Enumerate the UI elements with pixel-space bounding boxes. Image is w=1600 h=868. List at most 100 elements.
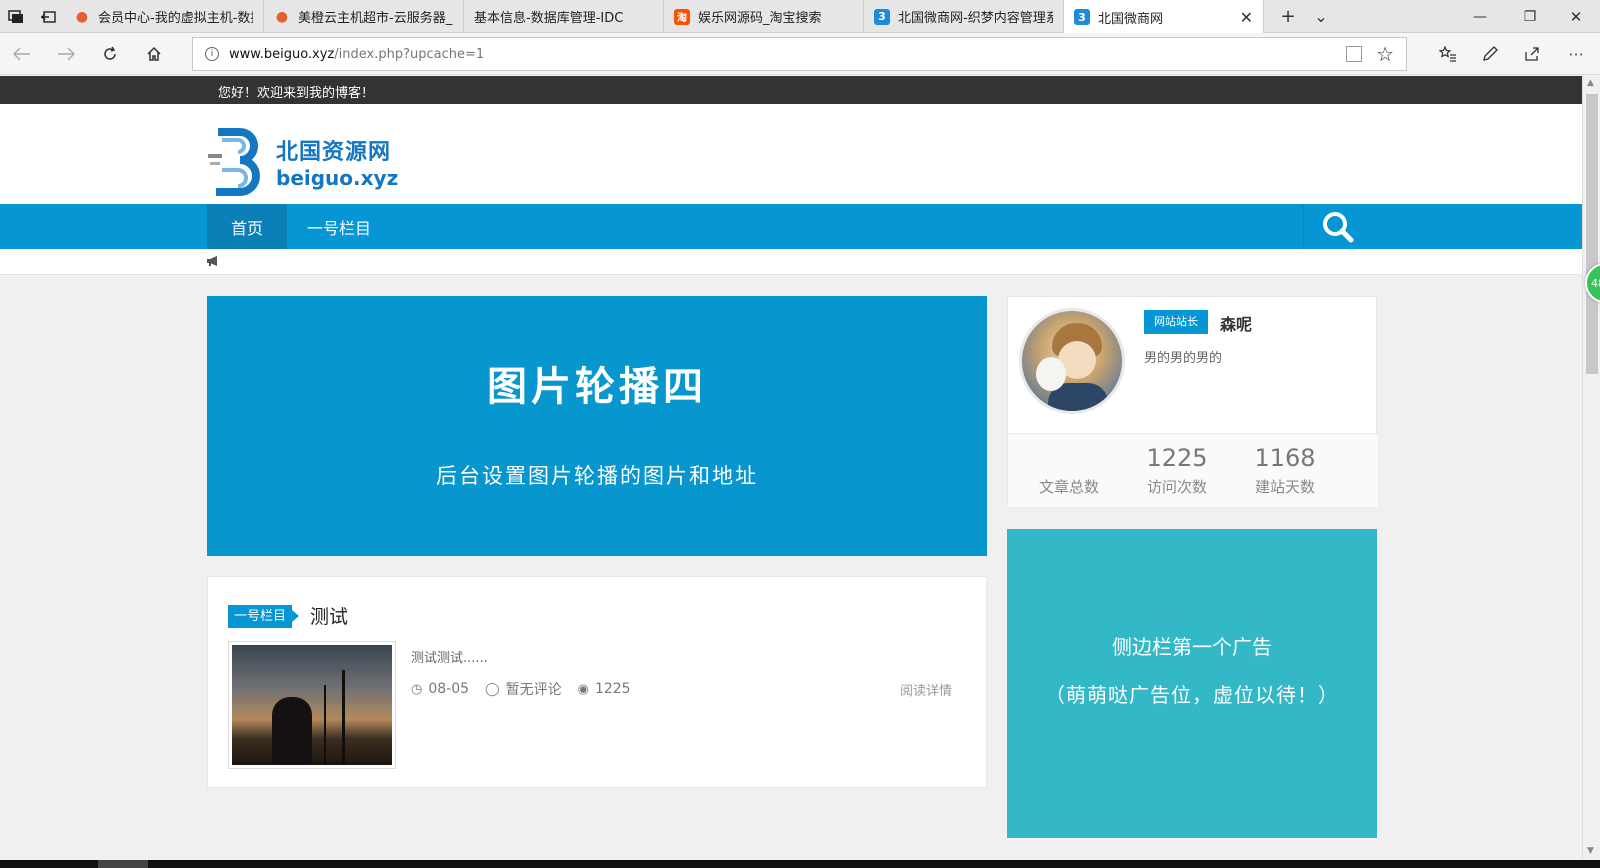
tab-member-center[interactable]: ● 会员中心-我的虚拟主机-数据 (64, 0, 264, 33)
tab-strip: ● 会员中心-我的虚拟主机-数据 ● 美橙云主机超市-云服务器_云 基本信息-数… (0, 0, 1600, 34)
stat-value: 1168 (1254, 444, 1316, 472)
ad-line-1: 侧边栏第一个广告 (1112, 635, 1272, 659)
stat-value: 1225 (1146, 444, 1208, 472)
site-stats: 文章总数 1225 访问次数 1168 建站天数 (1008, 433, 1378, 507)
role-badge: 网站站长 (1144, 310, 1208, 334)
page-scrollbar[interactable]: ▲ ▼ (1582, 76, 1600, 868)
read-more-link[interactable]: 阅读详情 (900, 680, 952, 699)
browser-window: ● 会员中心-我的虚拟主机-数据 ● 美橙云主机超市-云服务器_云 基本信息-数… (0, 0, 1600, 868)
pen-icon[interactable] (1470, 33, 1510, 75)
post-category-badge[interactable]: 一号栏目 (228, 605, 300, 628)
tab-title: 娱乐网源码_淘宝搜索 (698, 11, 822, 26)
url-host: www.beiguo.xyz (229, 46, 335, 62)
tab-title: 北国微商网 (1098, 11, 1164, 27)
tab-idc-db[interactable]: 基本信息-数据库管理-IDC (464, 0, 664, 33)
close-window-button[interactable]: ✕ (1556, 0, 1596, 33)
post-title[interactable]: 测试 (310, 602, 348, 629)
avatar (1019, 308, 1125, 414)
close-tab-icon[interactable]: ✕ (1240, 8, 1253, 27)
minimize-button[interactable]: — (1460, 0, 1500, 33)
beiguo-icon: 3 (1074, 9, 1090, 25)
address-bar[interactable]: i www.beiguo.xyz/index.php?upcache=1 ☆ (192, 37, 1407, 71)
tab-actions-icon[interactable] (0, 0, 32, 33)
tab-title: 北国微商网-织梦内容管理系 (898, 11, 1053, 26)
home-icon[interactable] (134, 33, 174, 75)
restore-button[interactable]: ❐ (1510, 0, 1550, 33)
tab-meicheng[interactable]: ● 美橙云主机超市-云服务器_云 (264, 0, 464, 33)
stat-label: 文章总数 (1038, 478, 1099, 496)
url-path: /index.php?upcache=1 (334, 46, 485, 62)
orange-icon: ● (75, 8, 89, 25)
forward-icon[interactable] (46, 33, 86, 75)
author-name: 森呢 (1220, 315, 1253, 334)
clock-icon: ◷ (411, 681, 423, 697)
post-views-text: 1225 (594, 681, 631, 697)
info-icon[interactable]: i (205, 47, 219, 61)
orange-icon: ● (275, 8, 289, 25)
stat-days: 1168 建站天数 (1230, 434, 1340, 497)
post-comments-text: 暂无评论 (505, 682, 562, 698)
post-views: ◉ 1225 (578, 681, 631, 697)
favorite-star-icon[interactable]: ☆ (1376, 42, 1394, 66)
tab-title: 基本信息-数据库管理-IDC (474, 11, 624, 26)
reading-view-icon[interactable] (1346, 46, 1362, 62)
greeting-text: 您好！欢迎来到我的博客！ (218, 86, 375, 101)
stat-visits: 1225 访问次数 (1122, 434, 1232, 497)
scroll-up-icon[interactable]: ▲ (1587, 78, 1594, 88)
author-profile-card: 网站站长 森呢 男的男的男的 文章总数 1225 访问次数 1168 建站天数 (1007, 296, 1378, 507)
taskbar-item[interactable] (98, 860, 148, 868)
post-meta: ◷ 08-05 ◯ 暂无评论 ◉ 1225 (411, 679, 647, 699)
scroll-down-icon[interactable]: ▼ (1587, 846, 1594, 856)
logo-domain: beiguo.xyz (276, 166, 399, 190)
menu-divider (1303, 204, 1304, 249)
author-description: 男的男的男的 (1144, 351, 1223, 366)
scrollbar-thumb[interactable] (1586, 94, 1598, 374)
stat-label: 访问次数 (1146, 478, 1207, 496)
taskbar (0, 860, 1600, 868)
more-menu-icon[interactable]: ··· (1556, 33, 1596, 75)
notice-bar (0, 249, 1582, 275)
navigation-bar: i www.beiguo.xyz/index.php?upcache=1 ☆ ·… (0, 33, 1600, 75)
slider-caption: 后台设置图片轮播的图片和地址 (436, 464, 758, 488)
post-excerpt: 测试测试...... (411, 651, 488, 666)
post-date-text: 08-05 (428, 681, 470, 697)
set-aside-tabs-icon[interactable] (32, 0, 64, 33)
stat-value (1014, 444, 1124, 474)
logo-mark-icon (208, 128, 260, 196)
post-date: ◷ 08-05 (411, 681, 469, 697)
main-menu: 首页 一号栏目 (0, 204, 1582, 249)
tab-title: 美橙云主机超市-云服务器_云 (298, 11, 453, 26)
post-thumbnail-image (232, 645, 392, 765)
refresh-icon[interactable] (90, 33, 130, 75)
stat-articles: 文章总数 (1014, 434, 1124, 497)
tab-beiguo-dede[interactable]: 3 北国微商网-织梦内容管理系 (864, 0, 1064, 33)
web-page: 您好！欢迎来到我的博客！ 北国资源网 beiguo.xyz 首页 一号栏目 图片… (0, 76, 1582, 868)
ad-line-2: （萌萌哒广告位，虚位以待！） (1045, 683, 1339, 707)
taobao-icon: 淘 (674, 8, 690, 25)
menu-item-category-one[interactable]: 一号栏目 (307, 204, 371, 249)
greeting-bar: 您好！欢迎来到我的博客！ (0, 76, 1582, 104)
stat-label: 建站天数 (1254, 478, 1315, 496)
search-icon[interactable] (1318, 209, 1358, 245)
post-thumbnail[interactable] (228, 641, 396, 769)
back-icon[interactable] (2, 33, 42, 75)
site-logo[interactable]: 北国资源网 beiguo.xyz (208, 126, 408, 196)
image-slider[interactable]: 图片轮播四 后台设置图片轮播的图片和地址 (207, 296, 987, 556)
new-tab-button[interactable]: + (1270, 0, 1306, 33)
site-header: 北国资源网 beiguo.xyz (0, 104, 1582, 204)
eye-icon: ◉ (577, 681, 589, 697)
comment-icon: ◯ (485, 681, 500, 697)
tab-title: 会员中心-我的虚拟主机-数据 (98, 11, 253, 26)
tab-taobao[interactable]: 淘 娱乐网源码_淘宝搜索 (664, 0, 864, 33)
megaphone-icon (207, 256, 217, 266)
tab-list-chevron-icon[interactable]: ⌄ (1306, 0, 1336, 33)
beiguo-icon: 3 (874, 8, 890, 25)
sidebar-ad[interactable]: 侧边栏第一个广告 （萌萌哒广告位，虚位以待！） (1007, 529, 1377, 838)
favorites-hub-icon[interactable] (1428, 33, 1468, 75)
share-icon[interactable] (1512, 33, 1552, 75)
post-comments[interactable]: ◯ 暂无评论 (485, 679, 562, 699)
slider-title: 图片轮播四 (487, 364, 707, 410)
post-card: 一号栏目 测试 测试测试...... ◷ 08-05 ◯ 暂无评论 ◉ 1225 阅读… (207, 576, 987, 788)
menu-item-home[interactable]: 首页 (207, 204, 287, 249)
tab-beiguo-active[interactable]: 3 北国微商网 ✕ (1064, 0, 1264, 34)
